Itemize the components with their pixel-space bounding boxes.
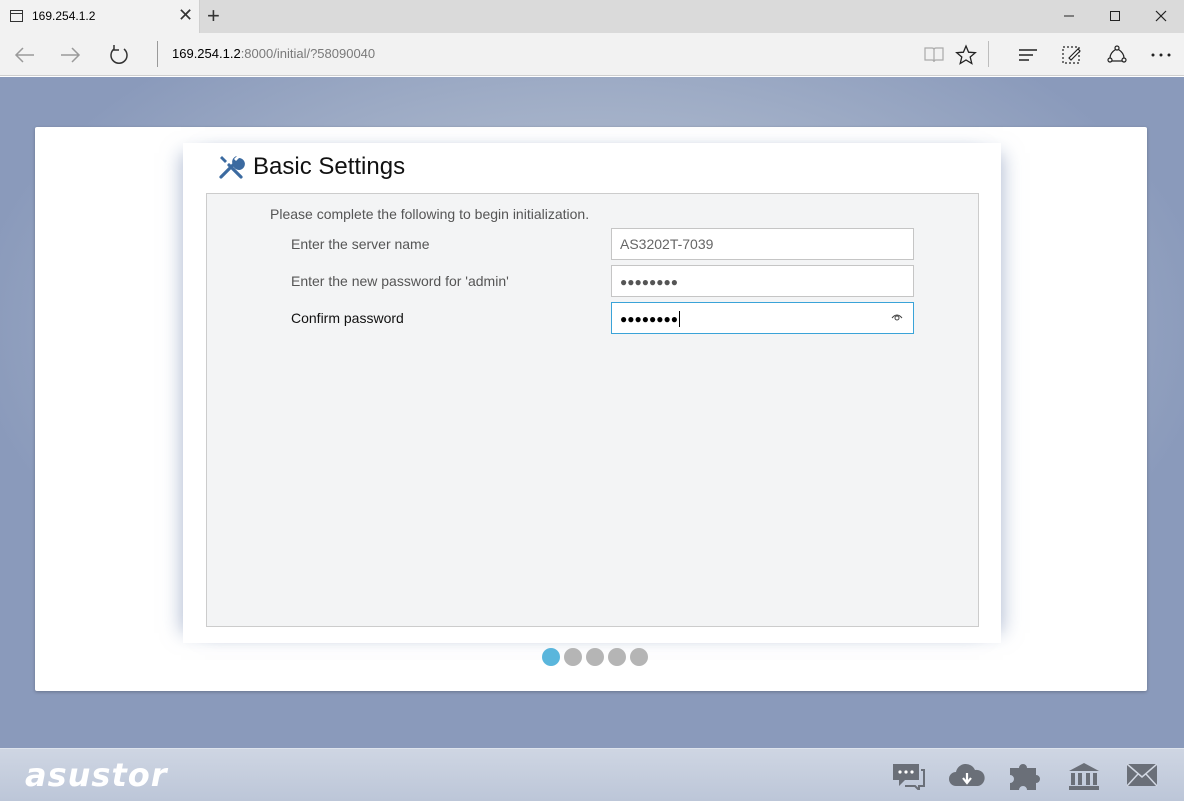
forward-arrow-icon: [61, 46, 81, 63]
address-host: 169.254.1.2: [172, 46, 241, 61]
back-arrow-icon: [14, 46, 34, 63]
footer-divider: [0, 748, 1184, 749]
new-password-input[interactable]: ●●●●●●●●: [611, 265, 914, 297]
download-button[interactable]: [948, 762, 986, 795]
close-window-button[interactable]: [1138, 0, 1184, 33]
bank-button[interactable]: [1067, 762, 1101, 795]
share-icon: [1107, 44, 1127, 63]
star-icon: [955, 43, 977, 65]
footer-bar: asustor: [0, 748, 1184, 801]
hub-button[interactable]: [1006, 33, 1050, 76]
favorite-button[interactable]: [944, 33, 988, 76]
tools-icon: [219, 156, 245, 179]
refresh-button[interactable]: [97, 33, 141, 76]
pager-dot-3[interactable]: [586, 648, 604, 666]
address-path: :8000/initial/?58090040: [240, 46, 376, 61]
page-background: Basic Settings Please complete the follo…: [0, 77, 1184, 801]
cloud-download-icon: [949, 763, 985, 786]
server-name-value: AS3202T-7039: [620, 236, 714, 252]
toolbar-divider: [988, 41, 989, 67]
book-icon: [924, 46, 944, 62]
wizard-card: Basic Settings Please complete the follo…: [35, 127, 1147, 691]
pen-note-icon: [1062, 45, 1081, 64]
puzzle-icon: [1010, 764, 1040, 790]
new-password-label: Enter the new password for 'admin': [291, 273, 509, 289]
server-name-input[interactable]: AS3202T-7039: [611, 228, 914, 260]
new-password-value: ●●●●●●●●: [620, 275, 678, 289]
pager-dot-5[interactable]: [630, 648, 648, 666]
reveal-password-icon[interactable]: [891, 312, 903, 322]
tab-close-button[interactable]: ✕: [178, 6, 193, 24]
chat-button[interactable]: [891, 762, 925, 795]
wizard-header: Basic Settings: [217, 152, 405, 182]
address-separator: [157, 41, 158, 67]
confirm-password-label: Confirm password: [291, 310, 404, 326]
browser-navbar: 169.254.1.2:8000/initial/?58090040: [0, 33, 1184, 76]
pager-dot-2[interactable]: [564, 648, 582, 666]
minimize-icon: [1064, 15, 1074, 17]
more-button[interactable]: [1139, 33, 1183, 76]
back-button[interactable]: [2, 33, 46, 76]
pager-dot-4[interactable]: [608, 648, 626, 666]
maximize-icon: [1110, 11, 1120, 21]
more-dots-icon: [1151, 53, 1171, 56]
pager-dot-1[interactable]: [542, 648, 560, 666]
server-name-label: Enter the server name: [291, 236, 430, 252]
text-caret: [678, 311, 680, 328]
chat-icon: [893, 764, 925, 793]
asustor-logo: asustor: [25, 756, 168, 794]
maximize-button[interactable]: [1092, 0, 1138, 33]
step-pager: [542, 648, 648, 666]
tab-title: 169.254.1.2: [32, 9, 96, 23]
confirm-password-input[interactable]: ●●●●●●●●: [611, 302, 914, 334]
address-bar[interactable]: 169.254.1.2:8000/initial/?58090040: [172, 46, 375, 61]
share-button[interactable]: [1095, 33, 1139, 76]
page-title: Basic Settings: [253, 153, 406, 180]
bank-icon: [1069, 763, 1099, 790]
confirm-password-value: ●●●●●●●●: [620, 312, 678, 326]
browser-tabbar: 169.254.1.2 ✕ +: [0, 0, 1184, 33]
settings-form: Please complete the following to begin i…: [206, 193, 979, 627]
hub-icon: [1019, 48, 1037, 61]
refresh-icon: [110, 44, 128, 64]
web-note-button[interactable]: [1050, 33, 1094, 76]
mail-icon: [1126, 763, 1158, 787]
close-icon: [1155, 10, 1167, 22]
page-icon: [10, 10, 23, 22]
forward-button[interactable]: [49, 33, 93, 76]
apps-button[interactable]: [1008, 762, 1042, 795]
browser-tab[interactable]: 169.254.1.2 ✕: [0, 0, 200, 33]
minimize-button[interactable]: [1046, 0, 1092, 33]
new-tab-button[interactable]: +: [207, 4, 220, 28]
intro-text: Please complete the following to begin i…: [270, 206, 590, 222]
mail-button[interactable]: [1126, 762, 1158, 793]
